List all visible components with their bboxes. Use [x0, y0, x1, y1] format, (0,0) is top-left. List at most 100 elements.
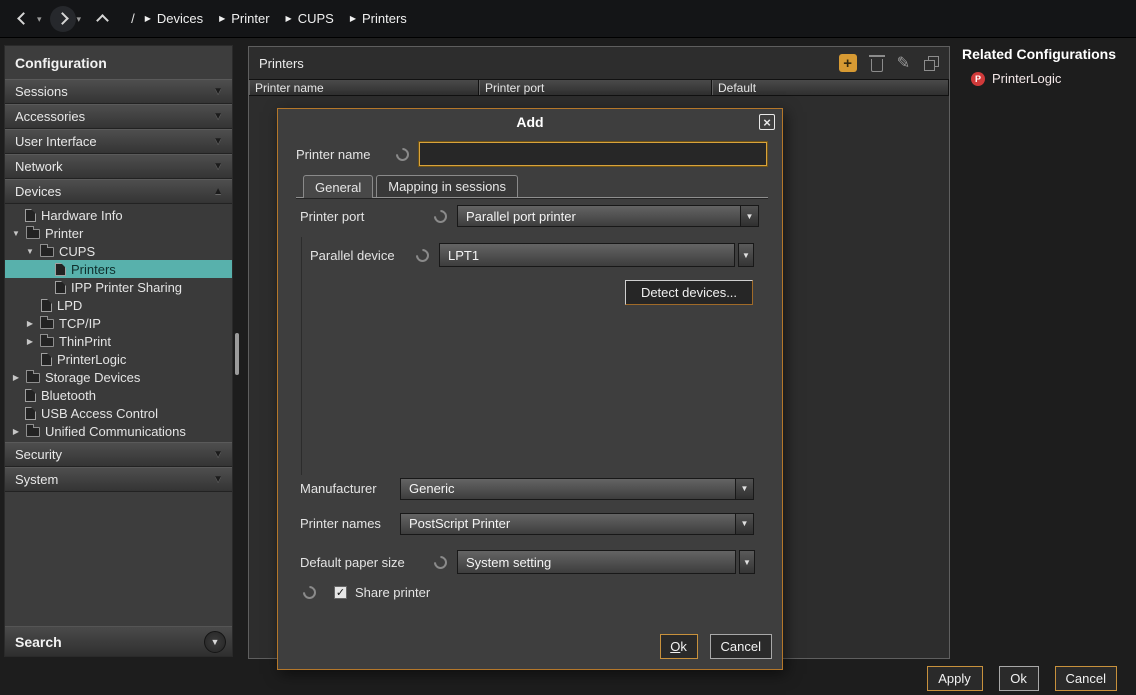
- section-system[interactable]: System▼: [5, 467, 232, 492]
- forward-button[interactable]: [50, 6, 76, 32]
- footer-buttons: Apply Ok Cancel: [927, 666, 1117, 691]
- printer-port-select[interactable]: Parallel port printer ▼: [457, 205, 759, 227]
- delete-printer-icon[interactable]: [871, 59, 883, 72]
- paper-size-input[interactable]: System setting: [457, 550, 736, 574]
- column-header-printer-name[interactable]: Printer name: [249, 80, 479, 95]
- tree-collapsed-icon[interactable]: ▶: [11, 373, 21, 382]
- tree-item-label: USB Access Control: [41, 406, 158, 421]
- printer-name-row: Printer name: [296, 142, 767, 166]
- printer-names-select[interactable]: PostScript Printer ▼: [400, 513, 754, 535]
- dropdown-arrow-icon: ▼: [740, 206, 758, 226]
- tree-collapsed-icon[interactable]: ▶: [25, 337, 35, 346]
- back-history-caret-icon[interactable]: ▾: [37, 14, 42, 25]
- dialog-ok-button[interactable]: Ok: [660, 634, 698, 659]
- breadcrumb-label: CUPS: [298, 11, 334, 26]
- breadcrumb-printer[interactable]: ▶Printer: [219, 11, 269, 26]
- up-button[interactable]: [89, 6, 115, 32]
- detect-devices-button[interactable]: Detect devices...: [625, 280, 753, 305]
- dialog-cancel-button[interactable]: Cancel: [710, 634, 772, 659]
- tree-item-bluetooth[interactable]: Bluetooth: [5, 386, 232, 404]
- tree-item-hardware-info[interactable]: Hardware Info: [5, 206, 232, 224]
- section-security[interactable]: Security▼: [5, 442, 232, 467]
- section-accessories[interactable]: Accessories▼: [5, 104, 232, 129]
- ok-button[interactable]: Ok: [999, 666, 1039, 691]
- sidebar-scrollbar[interactable]: [235, 333, 239, 375]
- tree-expanded-icon[interactable]: ▼: [11, 229, 21, 238]
- crumb-arrow-icon: ▶: [286, 14, 292, 23]
- panel-header: Printers + ✎: [249, 47, 949, 79]
- tab-general[interactable]: General: [303, 175, 373, 198]
- section-user-interface[interactable]: User Interface▼: [5, 129, 232, 154]
- section-devices[interactable]: Devices▲: [5, 179, 232, 204]
- back-button[interactable]: [10, 6, 36, 32]
- tree-collapsed-icon[interactable]: ▶: [11, 427, 21, 436]
- paper-size-dropdown-button[interactable]: ▼: [739, 550, 755, 574]
- reset-parameter-icon[interactable]: [431, 207, 449, 225]
- document-icon: [41, 353, 52, 366]
- tree-item-usb-access-control[interactable]: USB Access Control: [5, 404, 232, 422]
- column-header-default[interactable]: Default: [712, 80, 949, 95]
- devices-tree: Hardware Info ▼ Printer ▼CUPS Printers IP…: [5, 204, 232, 442]
- tree-item-storage-devices[interactable]: ▶Storage Devices: [5, 368, 232, 386]
- add-printer-icon[interactable]: +: [839, 54, 857, 72]
- breadcrumb-devices[interactable]: ▶Devices: [145, 11, 203, 26]
- column-header-printer-port[interactable]: Printer port: [479, 80, 712, 95]
- tree-item-label: Hardware Info: [41, 208, 123, 223]
- parallel-device-input[interactable]: LPT1: [439, 243, 735, 267]
- section-network[interactable]: Network▼: [5, 154, 232, 179]
- printer-port-row: Printer port Parallel port printer ▼: [300, 205, 759, 227]
- tree-item-label: Printer: [45, 226, 83, 241]
- tree-item-lpd[interactable]: LPD: [5, 296, 232, 314]
- tree-item-label: ThinPrint: [59, 334, 111, 349]
- chevron-right-icon: [56, 12, 69, 25]
- tree-item-ipp-printer-sharing[interactable]: IPP Printer Sharing: [5, 278, 232, 296]
- search-section[interactable]: Search ▼: [5, 626, 232, 656]
- crumb-arrow-icon: ▶: [350, 14, 356, 23]
- tree-item-label: PrinterLogic: [57, 352, 126, 367]
- chevron-up-icon: [96, 14, 109, 27]
- parallel-device-row: Parallel device LPT1 ▼: [310, 243, 754, 267]
- add-printer-dialog: Add × Printer name General Mapping in se…: [277, 108, 783, 670]
- manufacturer-row: Manufacturer Generic ▼: [300, 478, 754, 499]
- expand-arrow-icon: ▲: [213, 186, 223, 197]
- tree-expanded-icon[interactable]: ▼: [25, 247, 35, 256]
- tree-item-cups[interactable]: ▼CUPS: [5, 242, 232, 260]
- configuration-sidebar: Configuration Sessions▼ Accessories▼ Use…: [4, 45, 233, 657]
- parallel-device-dropdown-button[interactable]: ▼: [738, 243, 754, 267]
- printer-name-input[interactable]: [419, 142, 767, 166]
- edit-printer-icon[interactable]: ✎: [897, 53, 910, 73]
- tree-item-printers[interactable]: Printers: [5, 260, 232, 278]
- reset-parameter-icon[interactable]: [300, 583, 318, 601]
- breadcrumb-printers[interactable]: ▶Printers: [350, 11, 407, 26]
- tree-item-printerlogic[interactable]: PrinterLogic: [5, 350, 232, 368]
- tree-item-thinprint[interactable]: ▶ ThinPrint: [5, 332, 232, 350]
- apply-button[interactable]: Apply: [927, 666, 983, 691]
- section-label: Sessions: [15, 84, 68, 99]
- tree-item-printer[interactable]: ▼ Printer: [5, 224, 232, 242]
- share-printer-checkbox[interactable]: ✓: [334, 586, 347, 599]
- forward-history-caret-icon[interactable]: ▾: [77, 14, 82, 25]
- collapse-arrow-icon: ▼: [213, 86, 223, 97]
- search-expand-button[interactable]: ▼: [204, 631, 226, 653]
- folder-icon: [40, 319, 54, 329]
- manufacturer-select[interactable]: Generic ▼: [400, 478, 754, 500]
- tree-collapsed-icon[interactable]: ▶: [25, 319, 35, 328]
- related-item-printerlogic[interactable]: P PrinterLogic: [971, 71, 1134, 86]
- breadcrumb-cups[interactable]: ▶ CUPS: [286, 11, 334, 26]
- reset-parameter-icon[interactable]: [393, 145, 411, 163]
- dropdown-arrow-icon: ▼: [735, 514, 753, 534]
- paper-size-row: Default paper size System setting ▼: [300, 550, 755, 574]
- tree-item-unified-communications[interactable]: ▶Unified Communications: [5, 422, 232, 440]
- tab-mapping-in-sessions[interactable]: Mapping in sessions: [376, 175, 518, 197]
- cancel-button[interactable]: Cancel: [1055, 666, 1117, 691]
- copy-printer-icon[interactable]: [924, 56, 939, 71]
- reset-parameter-icon[interactable]: [413, 246, 431, 264]
- dialog-title: Add: [516, 114, 543, 130]
- tree-item-tcpip[interactable]: ▶TCP/IP: [5, 314, 232, 332]
- related-configurations-title: Related Configurations: [962, 46, 1134, 62]
- parallel-port-group: Parallel device LPT1 ▼ Detect devices...: [301, 237, 763, 475]
- section-sessions[interactable]: Sessions ▼: [5, 79, 232, 104]
- section-label: Accessories: [15, 109, 85, 124]
- reset-parameter-icon[interactable]: [431, 553, 449, 571]
- close-icon[interactable]: ×: [759, 114, 775, 130]
